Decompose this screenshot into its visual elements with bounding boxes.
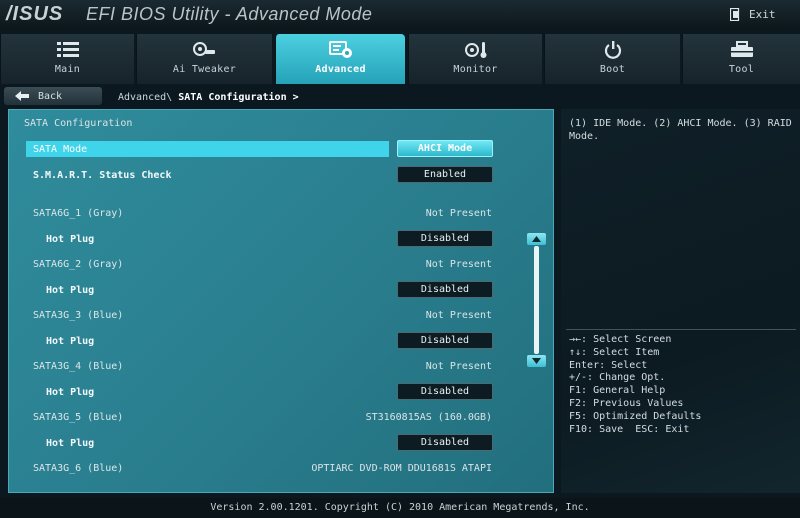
key-hint: ↑↓: Select Item [569, 346, 660, 358]
port-label: SATA3G_4 (Blue) [33, 361, 124, 372]
exit-icon [730, 7, 740, 21]
tab-main[interactable]: Main [0, 34, 134, 84]
tool-icon [730, 41, 753, 57]
footer-version: Version 2.00.1201. Copyright (C) 2010 Am… [0, 498, 800, 518]
scroll-up-button[interactable] [527, 233, 546, 245]
exit-label: Exit [749, 7, 776, 21]
port-label: SATA3G_6 (Blue) [33, 463, 124, 474]
port-label: SATA3G_3 (Blue) [33, 310, 124, 321]
back-label: Back [38, 90, 63, 102]
key-hint: F10: Save ESC: Exit [569, 423, 690, 435]
port-status: Not Present [425, 208, 492, 219]
tab-boot-label: Boot [599, 64, 626, 75]
key-hint: F1: General Help [569, 385, 666, 397]
hot-plug-label: Hot Plug [46, 387, 95, 398]
asus-logo: /ISUS [6, 3, 64, 25]
breadcrumb: Advanced\ SATA Configuration > [118, 92, 299, 103]
app-title: EFI BIOS Utility - Advanced Mode [86, 4, 373, 24]
hot-plug-select[interactable]: Disabled [397, 281, 493, 298]
key-hint: F5: Optimized Defaults [569, 410, 702, 422]
breadcrumb-current: SATA Configuration > [178, 92, 299, 103]
key-hint: Enter: Select [569, 359, 648, 371]
hot-plug-label: Hot Plug [46, 336, 95, 347]
hot-plug-label: Hot Plug [46, 438, 95, 449]
list-icon [56, 42, 79, 57]
smart-label: S.M.A.R.T. Status Check [33, 170, 172, 181]
hot-plug-label: Hot Plug [46, 285, 95, 296]
port-label: SATA6G_1 (Gray) [33, 208, 124, 219]
key-hint: +/-: Change Opt. [569, 372, 666, 384]
tab-advanced-label: Advanced [315, 64, 366, 75]
back-button[interactable]: Back [4, 87, 102, 105]
port-status: Not Present [425, 361, 492, 372]
tab-ai-tweaker-label: Ai Tweaker [172, 64, 237, 75]
tab-monitor[interactable]: Monitor [408, 34, 542, 84]
tab-advanced[interactable]: Advanced [275, 34, 405, 84]
tab-bar: Main Ai Tweaker Advanced Monitor Boot To… [0, 34, 800, 84]
tab-boot[interactable]: Boot [544, 34, 680, 84]
monitor-icon [464, 42, 486, 58]
section-title: SATA Configuration [24, 118, 133, 129]
breadcrumb-parent[interactable]: Advanced\ [118, 92, 172, 103]
power-icon [604, 41, 621, 59]
port-status: Not Present [425, 310, 492, 321]
tab-monitor-label: Monitor [453, 64, 498, 75]
chevron-down-icon [532, 358, 541, 364]
sata-mode-select[interactable]: AHCI Mode [397, 140, 493, 157]
scroll-down-button[interactable] [527, 355, 546, 367]
tab-tool-label: Tool [728, 64, 755, 75]
hot-plug-label: Hot Plug [46, 234, 95, 245]
advanced-icon [328, 41, 352, 58]
title-bar: /ISUS EFI BIOS Utility - Advanced Mode E… [0, 0, 800, 30]
help-description: (1) IDE Mode. (2) AHCI Mode. (3) RAID Mo… [569, 118, 792, 142]
tab-tool[interactable]: Tool [682, 34, 800, 84]
port-status: ST3160815AS (160.0GB) [365, 412, 492, 423]
scrollbar-thumb[interactable] [534, 246, 539, 354]
port-status: Not Present [425, 259, 492, 270]
hot-plug-select[interactable]: Disabled [397, 383, 493, 400]
chevron-up-icon [532, 236, 541, 242]
smart-select[interactable]: Enabled [397, 166, 493, 183]
tab-main-label: Main [54, 64, 81, 75]
tab-ai-tweaker[interactable]: Ai Tweaker [136, 34, 272, 84]
sata-mode-label[interactable]: SATA Mode [33, 144, 87, 155]
exit-button[interactable]: Exit [720, 4, 792, 24]
key-hint: F2: Previous Values [569, 397, 684, 409]
tweaker-icon [192, 42, 215, 56]
port-label: SATA3G_5 (Blue) [33, 412, 124, 423]
back-arrow-icon [15, 91, 29, 101]
hot-plug-select[interactable]: Disabled [397, 434, 493, 451]
key-hint: →←: Select Screen [569, 334, 672, 345]
key-legend: →←: Select Screen ↑↓: Select Item Enter:… [569, 334, 701, 436]
port-status: OPTIARC DVD-ROM DDU1681S ATAPI [311, 463, 492, 474]
port-label: SATA6G_2 (Gray) [33, 259, 124, 270]
hot-plug-select[interactable]: Disabled [397, 230, 493, 247]
hot-plug-select[interactable]: Disabled [397, 332, 493, 349]
help-divider [566, 329, 796, 330]
